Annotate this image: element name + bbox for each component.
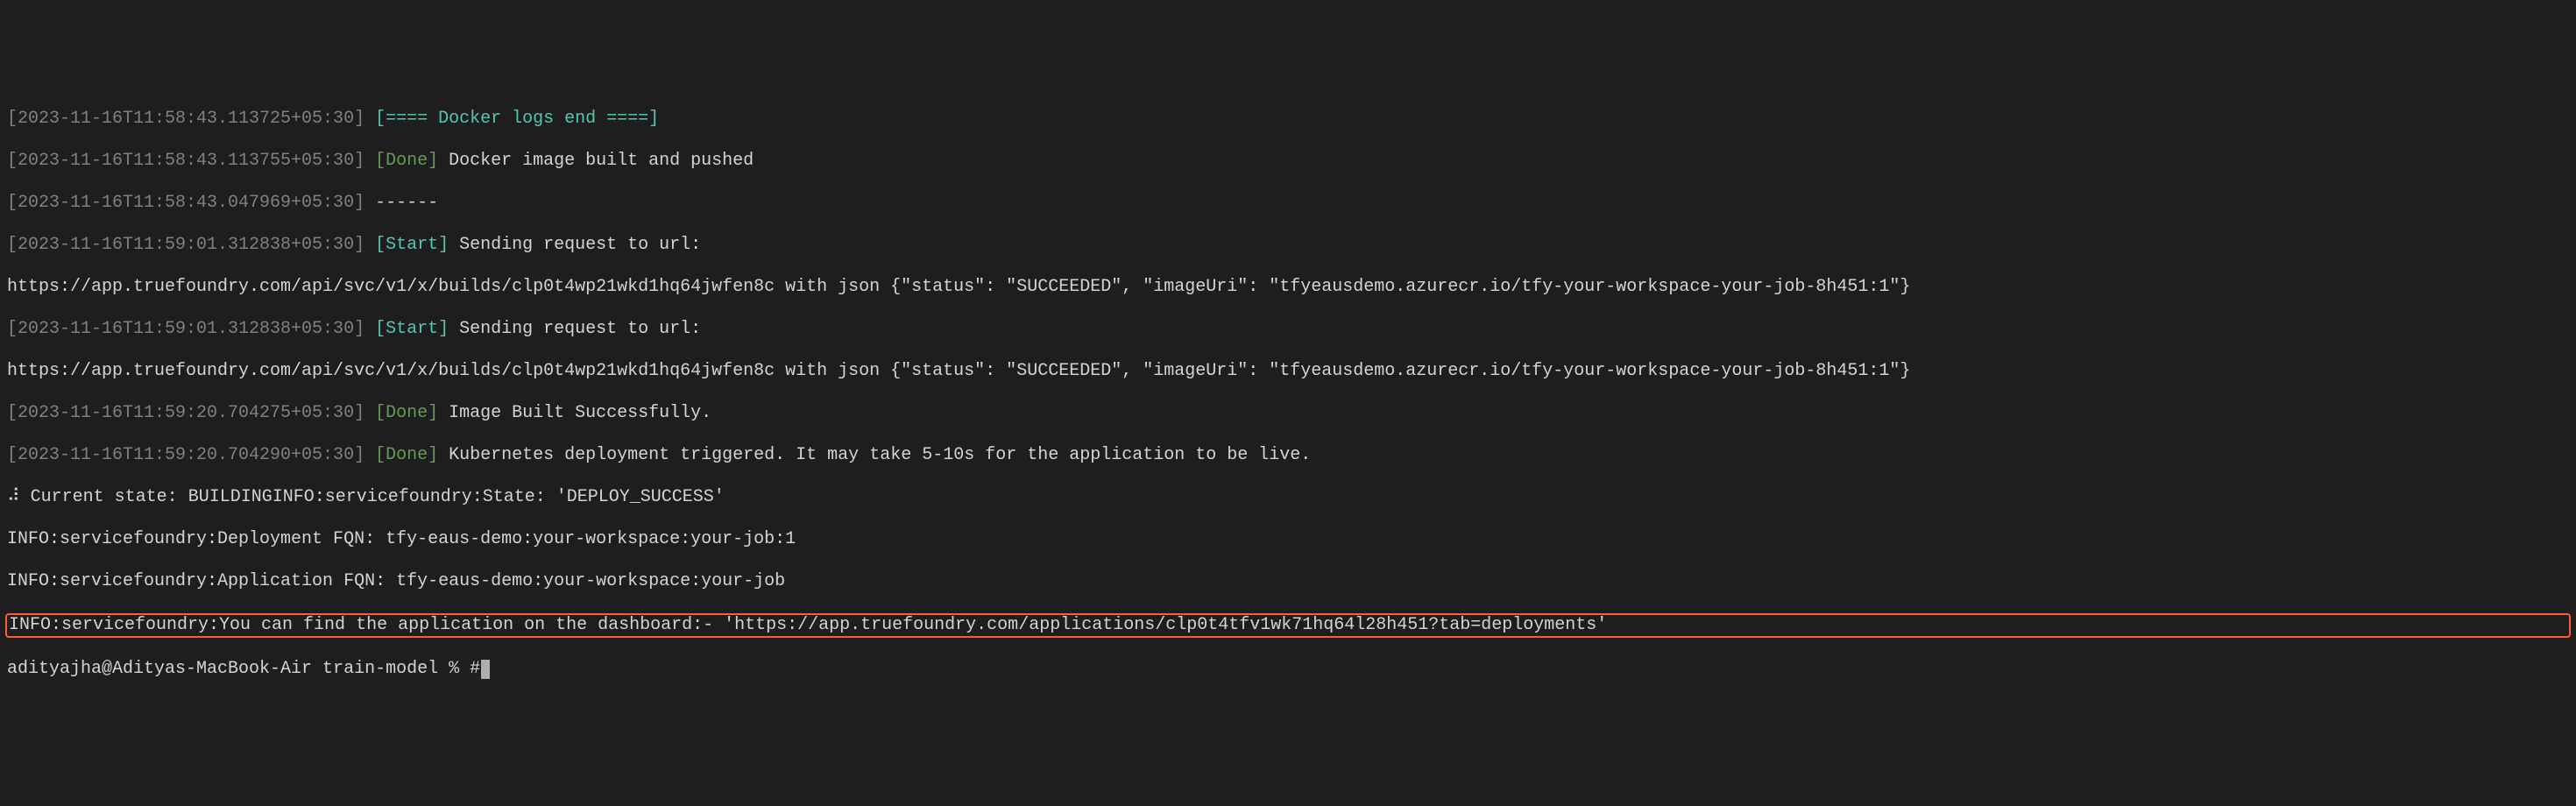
log-text: Docker image built and pushed: [438, 151, 754, 171]
log-text: INFO:servicefoundry:You can find the app…: [9, 615, 1607, 635]
terminal-output[interactable]: [2023-11-16T11:58:43.113725+05:30] [====…: [7, 88, 2569, 701]
timestamp: [2023-11-16T11:58:43.113755+05:30]: [7, 151, 364, 171]
highlighted-output: INFO:servicefoundry:You can find the app…: [5, 613, 2571, 638]
log-text: Sending request to url:: [449, 319, 701, 339]
log-line: [2023-11-16T11:58:43.113725+05:30] [====…: [7, 109, 2569, 130]
prompt-text: adityajha@Adityas-MacBook-Air train-mode…: [7, 659, 480, 679]
log-line: [2023-11-16T11:58:43.047969+05:30] -----…: [7, 193, 2569, 214]
log-line: https://app.truefoundry.com/api/svc/v1/x…: [7, 361, 2569, 382]
log-line: [2023-11-16T11:59:20.704290+05:30] [Done…: [7, 445, 2569, 466]
log-line: INFO:servicefoundry:Application FQN: tfy…: [7, 571, 2569, 592]
log-line: ⠼ Current state: BUILDINGINFO:servicefou…: [7, 487, 2569, 508]
log-line: INFO:servicefoundry:You can find the app…: [9, 615, 2567, 636]
log-line: [2023-11-16T11:59:01.312838+05:30] [Star…: [7, 235, 2569, 256]
log-text: ------: [364, 193, 438, 213]
log-text: INFO:servicefoundry:Application FQN: tfy…: [7, 571, 785, 591]
log-line: https://app.truefoundry.com/api/svc/v1/x…: [7, 277, 2569, 298]
log-tag: [Start]: [375, 319, 449, 339]
timestamp: [2023-11-16T11:59:01.312838+05:30]: [7, 319, 364, 339]
log-text: https://app.truefoundry.com/api/svc/v1/x…: [7, 277, 1910, 297]
log-line: INFO:servicefoundry:Deployment FQN: tfy-…: [7, 529, 2569, 550]
prompt-line[interactable]: adityajha@Adityas-MacBook-Air train-mode…: [7, 659, 2569, 680]
timestamp: [2023-11-16T11:59:20.704290+05:30]: [7, 445, 364, 465]
log-text: INFO:servicefoundry:Deployment FQN: tfy-…: [7, 529, 796, 549]
log-line: [2023-11-16T11:59:01.312838+05:30] [Star…: [7, 319, 2569, 340]
timestamp: [2023-11-16T11:59:01.312838+05:30]: [7, 235, 364, 255]
log-tag: [Start]: [375, 235, 449, 255]
timestamp: [2023-11-16T11:59:20.704275+05:30]: [7, 403, 364, 423]
log-tag: [==== Docker logs end ====]: [375, 109, 659, 129]
log-text: Current state: BUILDINGINFO:servicefound…: [20, 487, 725, 507]
log-line: [2023-11-16T11:59:20.704275+05:30] [Done…: [7, 403, 2569, 424]
timestamp: [2023-11-16T11:58:43.047969+05:30]: [7, 193, 364, 213]
log-text: Sending request to url:: [449, 235, 701, 255]
log-tag: [Done]: [375, 445, 438, 465]
cursor: [481, 660, 490, 679]
log-text: https://app.truefoundry.com/api/svc/v1/x…: [7, 361, 1910, 381]
log-text: Image Built Successfully.: [438, 403, 711, 423]
log-line: [2023-11-16T11:58:43.113755+05:30] [Done…: [7, 151, 2569, 172]
log-tag: [Done]: [375, 403, 438, 423]
timestamp: [2023-11-16T11:58:43.113725+05:30]: [7, 109, 364, 129]
log-text: Kubernetes deployment triggered. It may …: [438, 445, 1311, 465]
spinner-icon: ⠼: [7, 487, 20, 507]
log-tag: [Done]: [375, 151, 438, 171]
